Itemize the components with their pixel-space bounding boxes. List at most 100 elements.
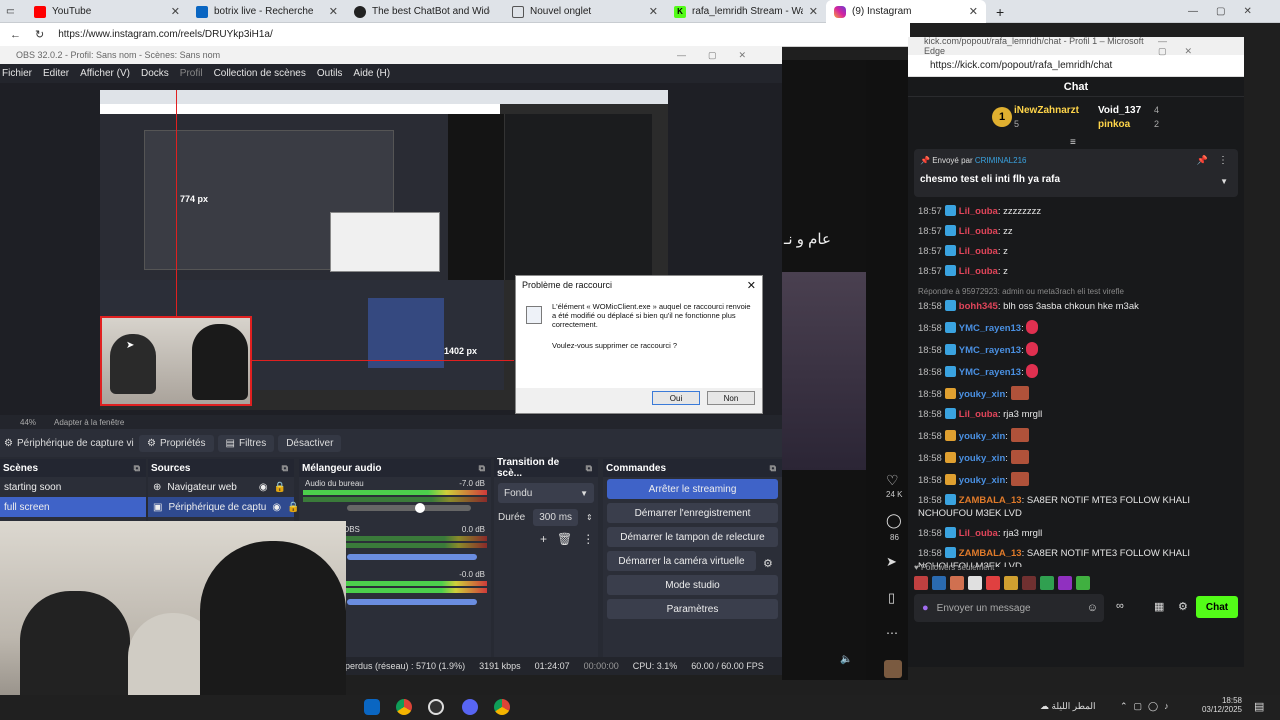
filters-button[interactable]: ▤ Filtres bbox=[217, 434, 275, 452]
message-username[interactable]: bohh345 bbox=[959, 301, 998, 312]
virtual-camera-settings-icon[interactable]: ⚙ bbox=[763, 557, 773, 570]
tab-kick-stream[interactable]: K rafa_lemridh Stream - Watch Live ✕ bbox=[666, 0, 826, 23]
message-username[interactable]: YMC_rayen13 bbox=[959, 323, 1021, 334]
message-username[interactable]: YMC_rayen13 bbox=[959, 345, 1021, 356]
dock-float-icon[interactable]: ⧉ bbox=[770, 463, 776, 474]
like-icon[interactable]: ♡ bbox=[886, 472, 899, 489]
tab-instagram[interactable]: (9) Instagram ✕ bbox=[826, 0, 986, 23]
source-item[interactable]: ⊕ Navigateur web ◉ 🔒 bbox=[148, 477, 294, 497]
pin-icon[interactable]: 📌 bbox=[1197, 155, 1208, 166]
emote-icon[interactable] bbox=[1004, 576, 1018, 590]
zoom-mode[interactable]: Adapter à la fenêtre bbox=[54, 418, 124, 427]
dock-float-icon[interactable]: ⧉ bbox=[479, 463, 485, 474]
message-username[interactable]: YMC_rayen13 bbox=[959, 367, 1021, 378]
back-icon[interactable]: ← bbox=[10, 29, 21, 41]
gear-icon[interactable]: ⚙ bbox=[1178, 600, 1188, 613]
stepper-icon[interactable]: ⇕ bbox=[586, 513, 593, 522]
lock-icon[interactable]: 🔒 bbox=[274, 482, 286, 493]
refresh-icon[interactable]: ↻ bbox=[35, 28, 44, 41]
save-icon[interactable]: ▯ bbox=[888, 590, 895, 606]
notifications-icon[interactable]: ▤ bbox=[1254, 700, 1264, 713]
chat-message[interactable]: 18:58 YMC_rayen13: bbox=[908, 364, 1244, 379]
chat-message[interactable]: 18:57 Lil_ouba: zz bbox=[908, 225, 1244, 238]
emote-icon[interactable] bbox=[1040, 576, 1054, 590]
points-icon[interactable]: ∞ bbox=[1116, 600, 1124, 612]
chat-message[interactable]: 18:58 ZAMBALA_13: SA8ER NOTIF MTE3 FOLLOW… bbox=[908, 494, 1244, 520]
trash-icon[interactable]: 🗑 bbox=[557, 532, 572, 546]
dock-float-icon[interactable]: ⧉ bbox=[586, 463, 592, 474]
mic-icon[interactable]: ● bbox=[922, 602, 929, 614]
url-field[interactable]: https://www.instagram.com/reels/DRUYkp3i… bbox=[58, 29, 273, 40]
emote-icon[interactable] bbox=[950, 576, 964, 590]
clock[interactable]: 18:58 03/12/2025 bbox=[1200, 696, 1242, 714]
chat-message[interactable]: 18:58 youky_xin: bbox=[908, 428, 1244, 443]
emote-icon[interactable] bbox=[1076, 576, 1090, 590]
zoom-level[interactable]: 44% bbox=[20, 418, 36, 427]
chat-message[interactable]: 18:57 Lil_ouba: z bbox=[908, 265, 1244, 278]
chrome-icon[interactable] bbox=[494, 699, 510, 715]
close-tab-icon[interactable]: ✕ bbox=[969, 5, 978, 18]
stop-streaming-button[interactable]: Arrêter le streaming bbox=[607, 479, 778, 499]
expand-icon[interactable]: ≡ bbox=[1070, 137, 1076, 148]
message-username[interactable]: ZAMBALA_13 bbox=[959, 548, 1022, 559]
message-username[interactable]: Lil_ouba bbox=[959, 266, 998, 277]
dock-float-icon[interactable]: ⧉ bbox=[134, 463, 140, 474]
dock-float-icon[interactable]: ⧉ bbox=[282, 463, 288, 474]
chat-input[interactable]: ● Envoyer un message ☺ bbox=[914, 594, 1104, 622]
message-username[interactable]: Lil_ouba bbox=[959, 206, 998, 217]
chat-message[interactable]: 18:58 bohh345: blh oss 3asba chkoun hke m… bbox=[908, 300, 1244, 313]
message-username[interactable]: Lil_ouba bbox=[959, 246, 998, 257]
emote-icon[interactable] bbox=[914, 576, 928, 590]
message-username[interactable]: youky_xin bbox=[959, 453, 1005, 464]
message-username[interactable]: Lil_ouba bbox=[959, 226, 998, 237]
mute-icon[interactable]: 🔈 bbox=[840, 654, 852, 665]
close-tab-icon[interactable]: ✕ bbox=[649, 5, 658, 18]
lock-icon[interactable]: 🔒 bbox=[287, 502, 299, 513]
menu-docks[interactable]: Docks bbox=[141, 68, 169, 79]
slider-handle[interactable] bbox=[415, 503, 425, 513]
properties-button[interactable]: ⚙ Propriétés bbox=[138, 434, 214, 452]
transition-select[interactable]: Fondu ▼ bbox=[498, 483, 594, 503]
close-window-icon[interactable]: ✕ bbox=[1243, 6, 1251, 17]
reel-video[interactable]: عام و نـ 🔈 bbox=[782, 60, 866, 680]
chrome-icon[interactable] bbox=[396, 699, 412, 715]
message-username[interactable]: ZAMBALA_13 bbox=[959, 495, 1022, 506]
settings-button[interactable]: Paramètres bbox=[607, 599, 778, 619]
start-recording-button[interactable]: Démarrer l'enregistrement bbox=[607, 503, 778, 523]
emote-icon[interactable] bbox=[1022, 576, 1036, 590]
menu-editer[interactable]: Editer bbox=[43, 68, 69, 79]
chat-message[interactable]: 18:58 YMC_rayen13: bbox=[908, 342, 1244, 357]
tab-youtube[interactable]: YouTube ✕ bbox=[26, 0, 188, 23]
volume-slider[interactable] bbox=[347, 503, 471, 513]
menu-scene-collection[interactable]: Collection de scènes bbox=[214, 68, 306, 79]
yes-button[interactable]: Oui bbox=[652, 391, 700, 405]
more-options-icon[interactable]: ⋯ bbox=[886, 626, 898, 640]
weather-widget[interactable]: ☁ المطر الليلة bbox=[1040, 701, 1096, 712]
discord-icon[interactable] bbox=[462, 699, 478, 715]
tab-actions-icon[interactable]: ▭ bbox=[0, 0, 14, 23]
tab-new[interactable]: Nouvel onglet ✕ bbox=[504, 0, 666, 23]
eye-icon[interactable]: ◉ bbox=[272, 502, 281, 513]
close-tab-icon[interactable]: ✕ bbox=[171, 5, 180, 18]
system-tray[interactable]: ⌃▢◯♪ bbox=[1120, 701, 1175, 712]
message-username[interactable]: youky_xin bbox=[959, 431, 1005, 442]
chat-message[interactable]: 18:58 Lil_ouba: rja3 mrgll bbox=[908, 408, 1244, 421]
message-username[interactable]: youky_xin bbox=[959, 475, 1005, 486]
emoji-icon[interactable]: ☺ bbox=[1087, 602, 1098, 614]
menu-afficher[interactable]: Afficher (V) bbox=[80, 68, 130, 79]
maximize-icon[interactable]: ▢ bbox=[1216, 6, 1225, 17]
volume-slider[interactable] bbox=[347, 599, 477, 605]
audio-avatar[interactable] bbox=[884, 660, 902, 678]
more-icon[interactable]: ⋮ bbox=[582, 532, 594, 546]
comment-icon[interactable]: ◯ bbox=[886, 512, 902, 529]
start-replay-buffer-button[interactable]: Démarrer le tampon de relecture bbox=[607, 527, 778, 547]
gift-icon[interactable]: ▦ bbox=[1154, 600, 1164, 613]
scene-item[interactable]: starting soon bbox=[0, 477, 146, 497]
menu-profil[interactable]: Profil bbox=[180, 68, 203, 79]
tab-botrix-search[interactable]: botrix live - Recherche ✕ bbox=[188, 0, 346, 23]
chevron-down-icon[interactable]: ▼ bbox=[1220, 177, 1228, 186]
message-username[interactable]: Lil_ouba bbox=[959, 528, 998, 539]
chat-message[interactable]: 18:58 youky_xin: bbox=[908, 386, 1244, 401]
scene-item[interactable]: full screen bbox=[0, 497, 146, 517]
duration-input[interactable]: 300 ms bbox=[533, 509, 579, 526]
